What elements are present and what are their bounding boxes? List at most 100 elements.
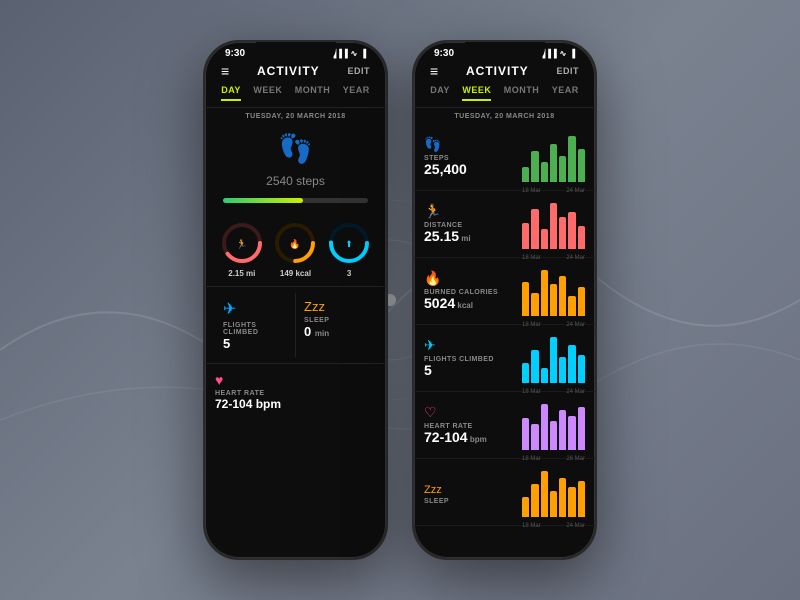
bar: [568, 212, 575, 249]
sleep-card: Zzz SLEEP 0 min: [295, 293, 376, 357]
chart-labels-5: 18 Mar 24 Mar: [522, 523, 585, 529]
bar: [522, 363, 529, 383]
tab-week-1[interactable]: WEEK: [253, 85, 282, 101]
bar: [578, 287, 585, 316]
flights-icon: ✈: [223, 299, 287, 319]
menu-icon-1[interactable]: ≡: [221, 63, 229, 79]
bar: [541, 404, 548, 450]
week-stat-value-2: 5024 kcal: [424, 296, 514, 311]
bar: [550, 284, 557, 316]
notch-1: [256, 42, 336, 64]
hr-icon-row: ♥: [215, 372, 376, 388]
bar: [541, 270, 548, 316]
tab-week-2[interactable]: WEEK: [462, 85, 491, 101]
ring-calories-label: 149 kcal: [280, 269, 311, 278]
steps-count: 2540 steps: [266, 169, 325, 190]
progress-fill: [223, 198, 303, 203]
week-stat-name-5: SLEEP: [424, 498, 514, 505]
bar: [578, 149, 585, 182]
edit-button-2[interactable]: EDIT: [556, 66, 579, 76]
sleep-value: 0 min: [304, 324, 368, 339]
bar: [559, 156, 566, 182]
week-stat-row-2: 🔥 BURNED CALORIES 5024 kcal 18 Mar 24 Ma…: [414, 258, 595, 325]
app-title-1: ACTIVITY: [257, 64, 320, 78]
chart-labels-3: 18 Mar 24 Mar: [522, 389, 585, 395]
ring-flights: ⬆ 3: [327, 221, 371, 278]
ring-distance-label: 2.15 mi: [228, 269, 255, 278]
tabs-2: DAY WEEK MONTH YEAR: [414, 85, 595, 108]
bar: [559, 410, 566, 450]
bar: [550, 491, 557, 517]
ring-distance: 🏃 2.15 mi: [220, 221, 264, 278]
tab-year-2[interactable]: YEAR: [552, 85, 579, 101]
bar: [559, 357, 566, 383]
notch-2: [465, 42, 545, 64]
chart-labels-2: 18 Mar 24 Mar: [522, 322, 585, 328]
bar: [578, 226, 585, 249]
bar-chart-0: 18 Mar 24 Mar: [522, 132, 585, 182]
bar: [531, 350, 538, 383]
bar: [568, 487, 575, 517]
bar: [541, 229, 548, 249]
flights-number: 5: [223, 336, 230, 351]
tab-day-1[interactable]: DAY: [221, 85, 241, 101]
bar: [550, 421, 557, 450]
week-stat-icon-0: 👣: [424, 136, 514, 153]
bar-chart-4: 18 Mar 26 Mar: [522, 400, 585, 450]
edit-button-1[interactable]: EDIT: [347, 66, 370, 76]
week-stat-row-5: Zzz SLEEP 18 Mar 24 Mar: [414, 459, 595, 526]
tab-month-1[interactable]: MONTH: [295, 85, 331, 101]
bar: [522, 418, 529, 450]
week-stat-value-0: 25,400: [424, 162, 514, 177]
bar: [578, 355, 585, 383]
bar-chart-3: 18 Mar 24 Mar: [522, 333, 585, 383]
bar: [522, 282, 529, 317]
ring-calories: 🔥 149 kcal: [273, 221, 317, 278]
phones-container: 9:30 ▐▐▐ ∿ ▐ ≡ ACTIVITY EDIT DAY WEEK MO…: [203, 40, 597, 560]
sleep-name: SLEEP: [304, 317, 368, 324]
bar: [559, 276, 566, 316]
svg-text:🏃: 🏃: [236, 238, 247, 249]
tab-month-2[interactable]: MONTH: [504, 85, 540, 101]
wifi-icon-2: ∿: [560, 49, 567, 58]
bar: [522, 167, 529, 182]
week-stat-icon-1: 🏃: [424, 203, 514, 220]
bar: [578, 407, 585, 450]
week-stat-icon-5: Zzz: [424, 480, 514, 496]
ring-stats: 🏃 2.15 mi 🔥 149 kcal: [205, 213, 386, 286]
date-2: TUESDAY, 20 MARCH 2018: [414, 108, 595, 124]
week-stat-value-1: 25.15 mi: [424, 229, 514, 244]
week-stat-icon-3: ✈: [424, 337, 514, 354]
sleep-icon: Zzz: [304, 299, 368, 314]
menu-icon-2[interactable]: ≡: [430, 63, 438, 79]
bar: [568, 345, 575, 383]
week-stat-icon-2: 🔥: [424, 270, 514, 287]
bar: [550, 337, 557, 383]
screen-2: 9:30 ▐▐▐ ∿ ▐ ≡ ACTIVITY EDIT DAY WEEK MO…: [414, 42, 595, 558]
phone-1: 9:30 ▐▐▐ ∿ ▐ ≡ ACTIVITY EDIT DAY WEEK MO…: [203, 40, 388, 560]
bar: [568, 136, 575, 182]
stat-cards: ✈ FLIGHTS CLIMBED 5 Zzz SLEEP 0 min: [205, 286, 386, 363]
week-stat-row-1: 🏃 DISTANCE 25.15 mi 18 Mar 24 Mar: [414, 191, 595, 258]
bar: [522, 223, 529, 249]
bar: [522, 497, 529, 517]
bar: [531, 484, 538, 517]
chart-labels-1: 18 Mar 24 Mar: [522, 255, 585, 261]
svg-text:🔥: 🔥: [290, 238, 301, 249]
week-stat-left-5: Zzz SLEEP: [424, 480, 514, 505]
bar: [541, 471, 548, 517]
bar: [550, 144, 557, 182]
chart-labels-4: 18 Mar 26 Mar: [522, 456, 585, 462]
chart-labels-0: 18 Mar 24 Mar: [522, 188, 585, 194]
tab-day-2[interactable]: DAY: [430, 85, 450, 101]
week-stat-unit-2: kcal: [455, 301, 473, 310]
week-stat-row-3: ✈ FLIGHTS CLIMBED 5 18 Mar 24 Mar: [414, 325, 595, 392]
week-stat-value-3: 5: [424, 363, 514, 378]
date-1: TUESDAY, 20 MARCH 2018: [205, 108, 386, 124]
tab-year-1[interactable]: YEAR: [343, 85, 370, 101]
bar-chart-1: 18 Mar 24 Mar: [522, 199, 585, 249]
week-screen[interactable]: 👣 STEPS 25,400 18 Mar 24 Mar 🏃 DISTANCE …: [414, 124, 595, 558]
bar: [531, 151, 538, 182]
steps-icon: 👣: [278, 132, 313, 165]
app-title-2: ACTIVITY: [466, 64, 529, 78]
